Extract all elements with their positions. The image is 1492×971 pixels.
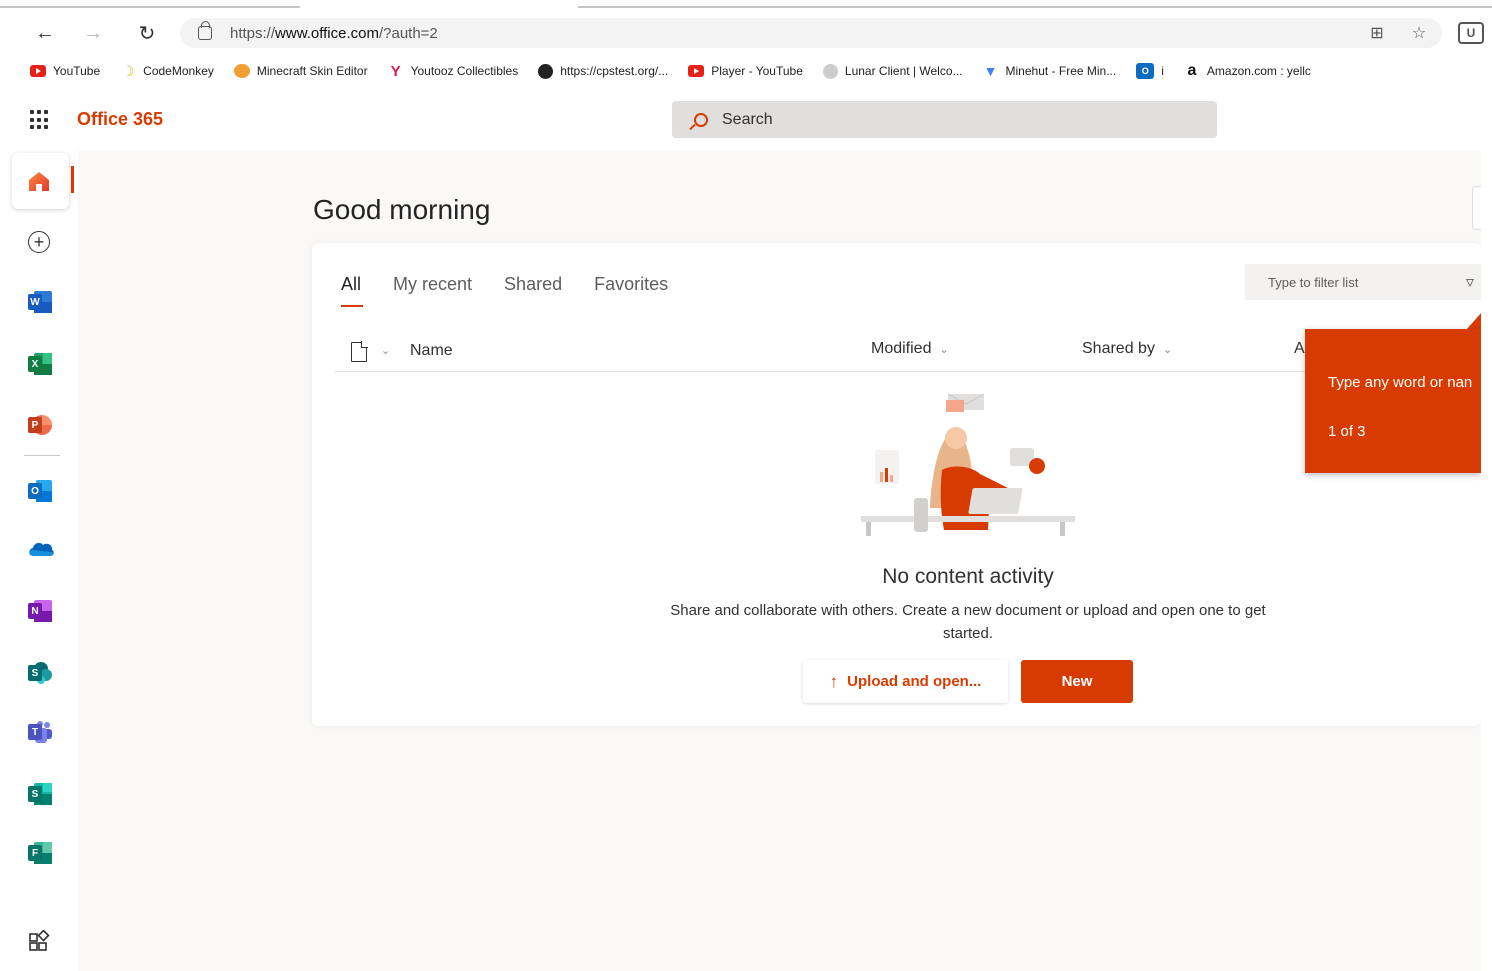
- gem-icon: ▼: [983, 63, 998, 79]
- bookmark-label: CodeMonkey: [143, 64, 214, 78]
- excel-app-icon[interactable]: X: [28, 353, 52, 375]
- youtube-icon: [688, 65, 705, 77]
- forms-app-icon[interactable]: F: [28, 842, 52, 864]
- home-icon: [29, 172, 49, 191]
- column-header-name[interactable]: Name: [410, 342, 453, 360]
- shield-icon: [538, 63, 554, 79]
- outlook-app-icon[interactable]: O: [28, 480, 52, 502]
- bookmark-player-youtube[interactable]: Player - YouTube: [688, 64, 803, 78]
- outlook-icon: O: [1136, 63, 1155, 79]
- callout-text: Type any word or nan: [1328, 374, 1473, 391]
- callout-step-counter: 1 of 3: [1328, 423, 1366, 440]
- chevron-down-icon: ⌄: [939, 344, 949, 356]
- bookmark-codemonkey[interactable]: ☽ CodeMonkey: [120, 62, 214, 79]
- bookmark-youtube[interactable]: YouTube: [30, 64, 100, 78]
- filter-funnel-icon[interactable]: ▿: [1466, 272, 1474, 292]
- bookmark-outlook[interactable]: Oi: [1136, 63, 1164, 79]
- bookmark-label: Amazon.com : yellc: [1206, 64, 1311, 78]
- create-plus-icon[interactable]: +: [28, 231, 50, 253]
- tab-all[interactable]: All: [341, 274, 364, 307]
- address-bar: ← → ↻ https://www.office.com/?auth=2 ⊞ ☆…: [0, 12, 1492, 52]
- rail-divider: [24, 455, 60, 456]
- word-app-icon[interactable]: W: [28, 291, 52, 313]
- office-brand[interactable]: Office 365: [77, 109, 163, 130]
- bookmark-minehut[interactable]: ▼ Minehut - Free Min...: [983, 63, 1117, 79]
- upload-button-label: Upload and open...: [847, 673, 982, 690]
- amazon-icon: a: [1187, 62, 1197, 79]
- upload-arrow-icon: ↑: [829, 671, 839, 691]
- rail-home-button[interactable]: [12, 153, 69, 209]
- onenote-app-icon[interactable]: N: [28, 600, 52, 622]
- pumpkin-icon: [233, 64, 250, 78]
- rail-active-indicator: [71, 166, 74, 193]
- lunar-icon: [822, 63, 838, 79]
- column-header-activity[interactable]: A: [1294, 340, 1305, 358]
- teaching-callout: [1305, 329, 1481, 473]
- url-text[interactable]: https://www.office.com/?auth=2: [230, 25, 438, 42]
- lock-icon[interactable]: [198, 21, 212, 40]
- banana-icon: ☽: [121, 62, 135, 79]
- youtube-icon: [30, 65, 46, 77]
- content-tabs: All My recent Shared Favorites: [341, 274, 700, 307]
- empty-state-description: Share and collaborate with others. Creat…: [670, 602, 1266, 642]
- callout-beak: [1466, 312, 1482, 330]
- bookmark-label: YouTube: [53, 64, 101, 78]
- column-label: Modified: [871, 340, 932, 357]
- favorites-star-icon[interactable]: ☆: [1408, 22, 1430, 44]
- onedrive-app-icon[interactable]: [28, 540, 54, 562]
- bookmark-label: i: [1161, 64, 1164, 78]
- empty-state-illustration: [861, 393, 1075, 536]
- chevron-down-icon: ⌄: [1162, 344, 1173, 356]
- bookmark-amazon[interactable]: a Amazon.com : yellc: [1184, 62, 1311, 79]
- tab-divider: [578, 6, 1492, 8]
- extension-icon[interactable]: U: [1458, 22, 1484, 44]
- bookmark-label: Player - YouTube: [711, 64, 803, 78]
- bookmark-label: Youtooz Collectibles: [410, 64, 519, 78]
- search-icon: [694, 112, 708, 127]
- url-field[interactable]: https://www.office.com/?auth=2: [180, 18, 1442, 48]
- all-apps-icon[interactable]: [28, 930, 50, 952]
- bookmark-lunar-client[interactable]: Lunar Client | Welco...: [822, 63, 963, 79]
- tab-divider: [0, 6, 300, 8]
- sway-app-icon[interactable]: S: [28, 783, 52, 805]
- filter-input[interactable]: Type to filter list: [1245, 264, 1481, 300]
- bookmarks-bar: YouTube ☽ CodeMonkey Minecraft Skin Edito…: [0, 58, 1492, 84]
- back-arrow-icon[interactable]: ←: [32, 20, 58, 46]
- forward-arrow-icon[interactable]: →: [80, 20, 106, 46]
- tab-my-recent[interactable]: My recent: [393, 274, 472, 301]
- sharepoint-app-icon[interactable]: S: [28, 662, 52, 684]
- bookmark-label: Lunar Client | Welco...: [844, 64, 963, 78]
- url-domain: www.office.com: [275, 24, 379, 42]
- page-right-edge: [1481, 84, 1492, 971]
- empty-state-title: No content activity: [882, 565, 1054, 588]
- search-label: Search: [722, 110, 773, 128]
- column-label: Shared by: [1082, 340, 1155, 357]
- url-prefix: https://: [230, 24, 276, 42]
- new-button[interactable]: New: [1021, 660, 1133, 703]
- bookmark-minecraft-skin-editor[interactable]: Minecraft Skin Editor: [233, 64, 368, 78]
- bookmark-label: Minecraft Skin Editor: [256, 64, 368, 78]
- tab-shared[interactable]: Shared: [504, 274, 562, 301]
- tab-strip: [0, 0, 1492, 8]
- column-header-modified[interactable]: Modified ⌄: [871, 340, 949, 358]
- app-grid-icon[interactable]: ⊞: [1366, 22, 1388, 44]
- tab-favorites[interactable]: Favorites: [594, 274, 668, 301]
- reload-icon[interactable]: ↻: [134, 20, 160, 46]
- search-box[interactable]: Search: [672, 101, 1217, 138]
- teams-app-icon[interactable]: T: [28, 721, 52, 743]
- powerpoint-app-icon[interactable]: P: [28, 414, 52, 436]
- app-launcher-waffle-icon[interactable]: [30, 110, 50, 130]
- url-path: /?auth=2: [378, 24, 438, 42]
- bookmark-label: Minehut - Free Min...: [1005, 64, 1117, 78]
- bookmark-label: https://cpstest.org/...: [560, 64, 669, 78]
- bookmark-youtooz[interactable]: Y Youtooz Collectibles: [388, 62, 519, 80]
- column-header-shared-by[interactable]: Shared by ⌄: [1082, 340, 1172, 358]
- upload-and-open-button[interactable]: ↑ Upload and open...: [803, 660, 1008, 703]
- page-title: Good morning: [313, 194, 491, 225]
- y-logo-icon: Y: [390, 62, 401, 80]
- chevron-down-icon[interactable]: ⌄: [381, 344, 390, 357]
- bookmark-cpstest[interactable]: https://cpstest.org/...: [538, 63, 669, 79]
- document-icon[interactable]: [351, 341, 368, 362]
